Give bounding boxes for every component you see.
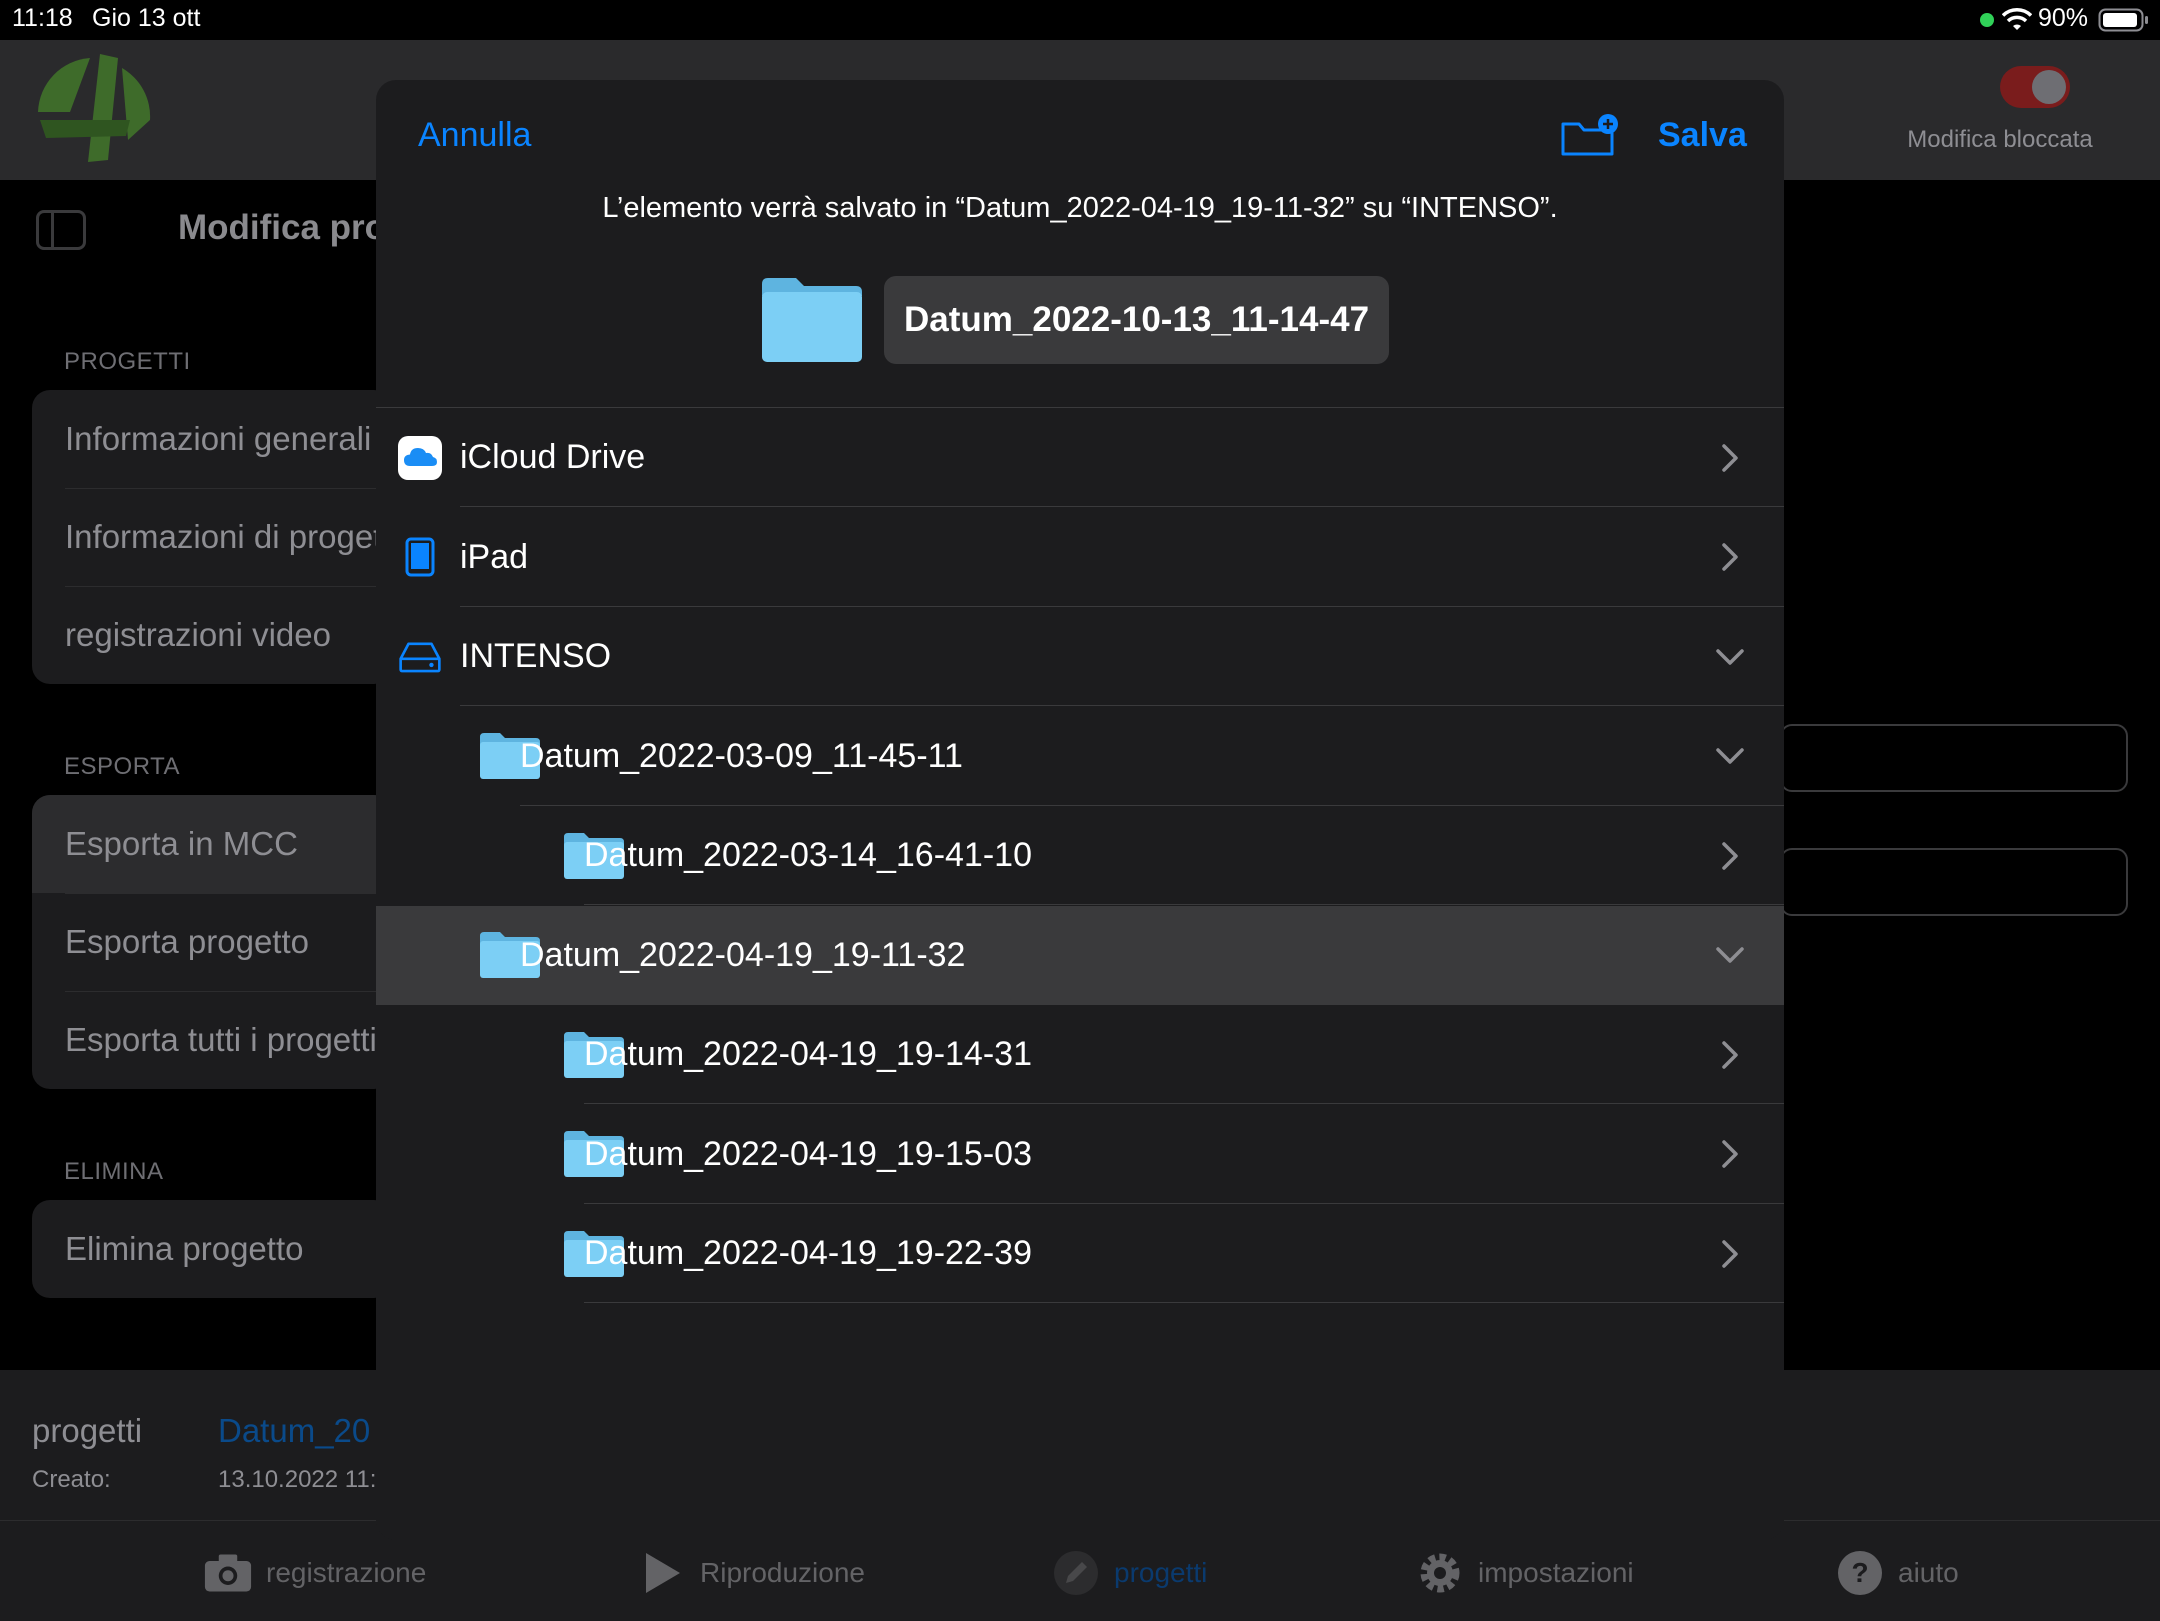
page-title: Modifica pro <box>178 208 387 247</box>
group-elimina: Elimina progetto <box>32 1200 392 1298</box>
footer-created-value: 13.10.2022 11: <box>218 1466 377 1493</box>
status-date: Gio 13 ott <box>92 4 201 32</box>
status-bar: 11:18 Gio 13 ott 90% <box>0 0 2160 40</box>
location-row[interactable]: Datum_2022-04-19_19-15-03 <box>376 1105 1784 1204</box>
footer-project-name: Datum_20 <box>218 1412 371 1449</box>
icloud-icon <box>398 408 442 507</box>
open-folder-chevron[interactable] <box>1712 1105 1748 1204</box>
save-destination-message: L’elemento verrà salvato in “Datum_2022-… <box>602 192 1558 224</box>
location-row[interactable]: Datum_2022-04-19_19-22-39 <box>376 1204 1784 1303</box>
recording-dot-icon <box>1980 13 1994 27</box>
battery-icon <box>2098 8 2148 32</box>
open-folder-chevron[interactable] <box>1712 408 1748 507</box>
open-folder-chevron[interactable] <box>1712 1005 1748 1104</box>
menu-item-registrazioni-video[interactable]: registrazioni video <box>32 586 392 684</box>
chevron-right-icon <box>1722 1040 1738 1069</box>
tab-label: Riproduzione <box>700 1557 865 1588</box>
location-label: Datum_2022-04-19_19-15-03 <box>584 1134 1032 1173</box>
collapse-toggle[interactable] <box>1712 906 1748 1005</box>
menu-item-esporta-progetto[interactable]: Esporta progetto <box>32 893 392 991</box>
tab-progetti[interactable]: progetti <box>1052 1549 1207 1597</box>
text-field[interactable] <box>1780 848 2128 916</box>
sidebar-toggle-icon[interactable] <box>36 210 86 250</box>
save-button[interactable]: Salva <box>1658 116 1747 155</box>
edit-lock-label: Modifica bloccata <box>1907 126 2093 153</box>
location-label: iCloud Drive <box>460 438 646 476</box>
tab-impostazioni[interactable]: impostazioni <box>1416 1549 1634 1597</box>
location-row[interactable]: Datum_2022-04-19_19-14-31 <box>376 1005 1784 1104</box>
chevron-right-icon <box>1722 543 1738 571</box>
drive-icon <box>398 607 442 706</box>
ipad-icon <box>398 508 442 607</box>
chevron-right-icon <box>1722 841 1738 870</box>
location-label: Datum_2022-03-09_11-45-11 <box>520 736 963 775</box>
chevron-right-icon <box>1722 443 1738 472</box>
section-header-esporta: ESPORTA <box>64 753 180 780</box>
footer-projects-label: progetti <box>32 1412 143 1449</box>
group-esporta: Esporta in MCC Esporta progetto Esporta … <box>32 795 392 1089</box>
location-label: Datum_2022-04-19_19-22-39 <box>584 1234 1032 1272</box>
location-row[interactable]: Datum_2022-03-14_16-41-10 <box>376 806 1784 905</box>
cancel-button[interactable]: Annulla <box>418 116 531 155</box>
location-row[interactable]: INTENSO <box>376 607 1784 706</box>
tab-label: registrazione <box>266 1557 427 1588</box>
tab-label: impostazioni <box>1478 1557 1634 1588</box>
help-icon: ? <box>1836 1549 1884 1597</box>
menu-item-esporta-tutti[interactable]: Esporta tutti i progetti <box>32 991 392 1089</box>
location-row[interactable]: Datum_2022-04-19_19-11-32 <box>376 905 1784 1005</box>
collapse-toggle[interactable] <box>1712 607 1748 706</box>
menu-item-info-progetto[interactable]: Informazioni di progetto <box>32 488 392 586</box>
section-header-elimina: ELIMINA <box>64 1158 164 1185</box>
play-icon <box>638 1549 686 1597</box>
section-header-progetti: PROGETTI <box>64 348 191 375</box>
tab-aiuto[interactable]: ? aiuto <box>1836 1549 1959 1597</box>
pencil-circle-icon <box>1052 1549 1100 1597</box>
collapse-toggle[interactable] <box>1712 707 1748 806</box>
location-label: Datum_2022-04-19_19-11-32 <box>520 935 966 974</box>
file-name-field[interactable]: Datum_2022-10-13_11-14-47 <box>884 276 1390 364</box>
edit-lock-toggle[interactable] <box>2000 66 2070 108</box>
status-time: 11:18 <box>12 4 73 32</box>
app-logo <box>38 54 151 162</box>
menu-item-info-generali[interactable]: Informazioni generali <box>32 390 392 488</box>
chevron-down-icon <box>1716 648 1744 665</box>
location-label: iPad <box>460 537 529 576</box>
save-sheet: Annulla Salva L’elemento verrà salvato i… <box>376 80 1784 1540</box>
divider <box>584 1302 1784 1303</box>
group-progetti: Informazioni generali Informazioni di pr… <box>32 390 392 684</box>
chevron-down-icon <box>1716 748 1744 764</box>
location-label: INTENSO <box>460 637 612 675</box>
open-folder-chevron[interactable] <box>1712 508 1748 607</box>
text-field[interactable] <box>1780 724 2128 792</box>
tab-riproduzione[interactable]: Riproduzione <box>638 1549 865 1597</box>
wifi-icon <box>2002 8 2032 30</box>
open-folder-chevron[interactable] <box>1712 806 1748 905</box>
location-label: Datum_2022-04-19_19-14-31 <box>584 1035 1032 1073</box>
tab-registrazione[interactable]: registrazione <box>204 1549 426 1597</box>
location-row[interactable]: iPad <box>376 508 1784 607</box>
chevron-right-icon <box>1722 1239 1738 1268</box>
tab-label: progetti <box>1114 1557 1208 1588</box>
location-row[interactable]: iCloud Drive <box>376 408 1784 507</box>
folder-icon <box>762 278 862 362</box>
new-folder-button[interactable] <box>1560 112 1620 160</box>
menu-item-elimina-progetto[interactable]: Elimina progetto <box>32 1200 392 1298</box>
tab-label: aiuto <box>1898 1557 1959 1588</box>
camera-icon <box>204 1549 252 1597</box>
open-folder-chevron[interactable] <box>1712 1204 1748 1303</box>
chevron-right-icon <box>1722 1140 1738 1168</box>
chevron-down-icon <box>1716 947 1744 963</box>
svg-text:?: ? <box>1851 1557 1868 1588</box>
battery-percent: 90% <box>2038 4 2089 32</box>
gear-icon <box>1416 1549 1464 1597</box>
footer-created-label: Creato: <box>32 1466 111 1493</box>
menu-item-esporta-mcc[interactable]: Esporta in MCC <box>32 795 392 893</box>
location-row[interactable]: Datum_2022-03-09_11-45-11 <box>376 707 1784 806</box>
location-label: Datum_2022-03-14_16-41-10 <box>584 836 1032 874</box>
new-folder-icon <box>1561 114 1618 156</box>
